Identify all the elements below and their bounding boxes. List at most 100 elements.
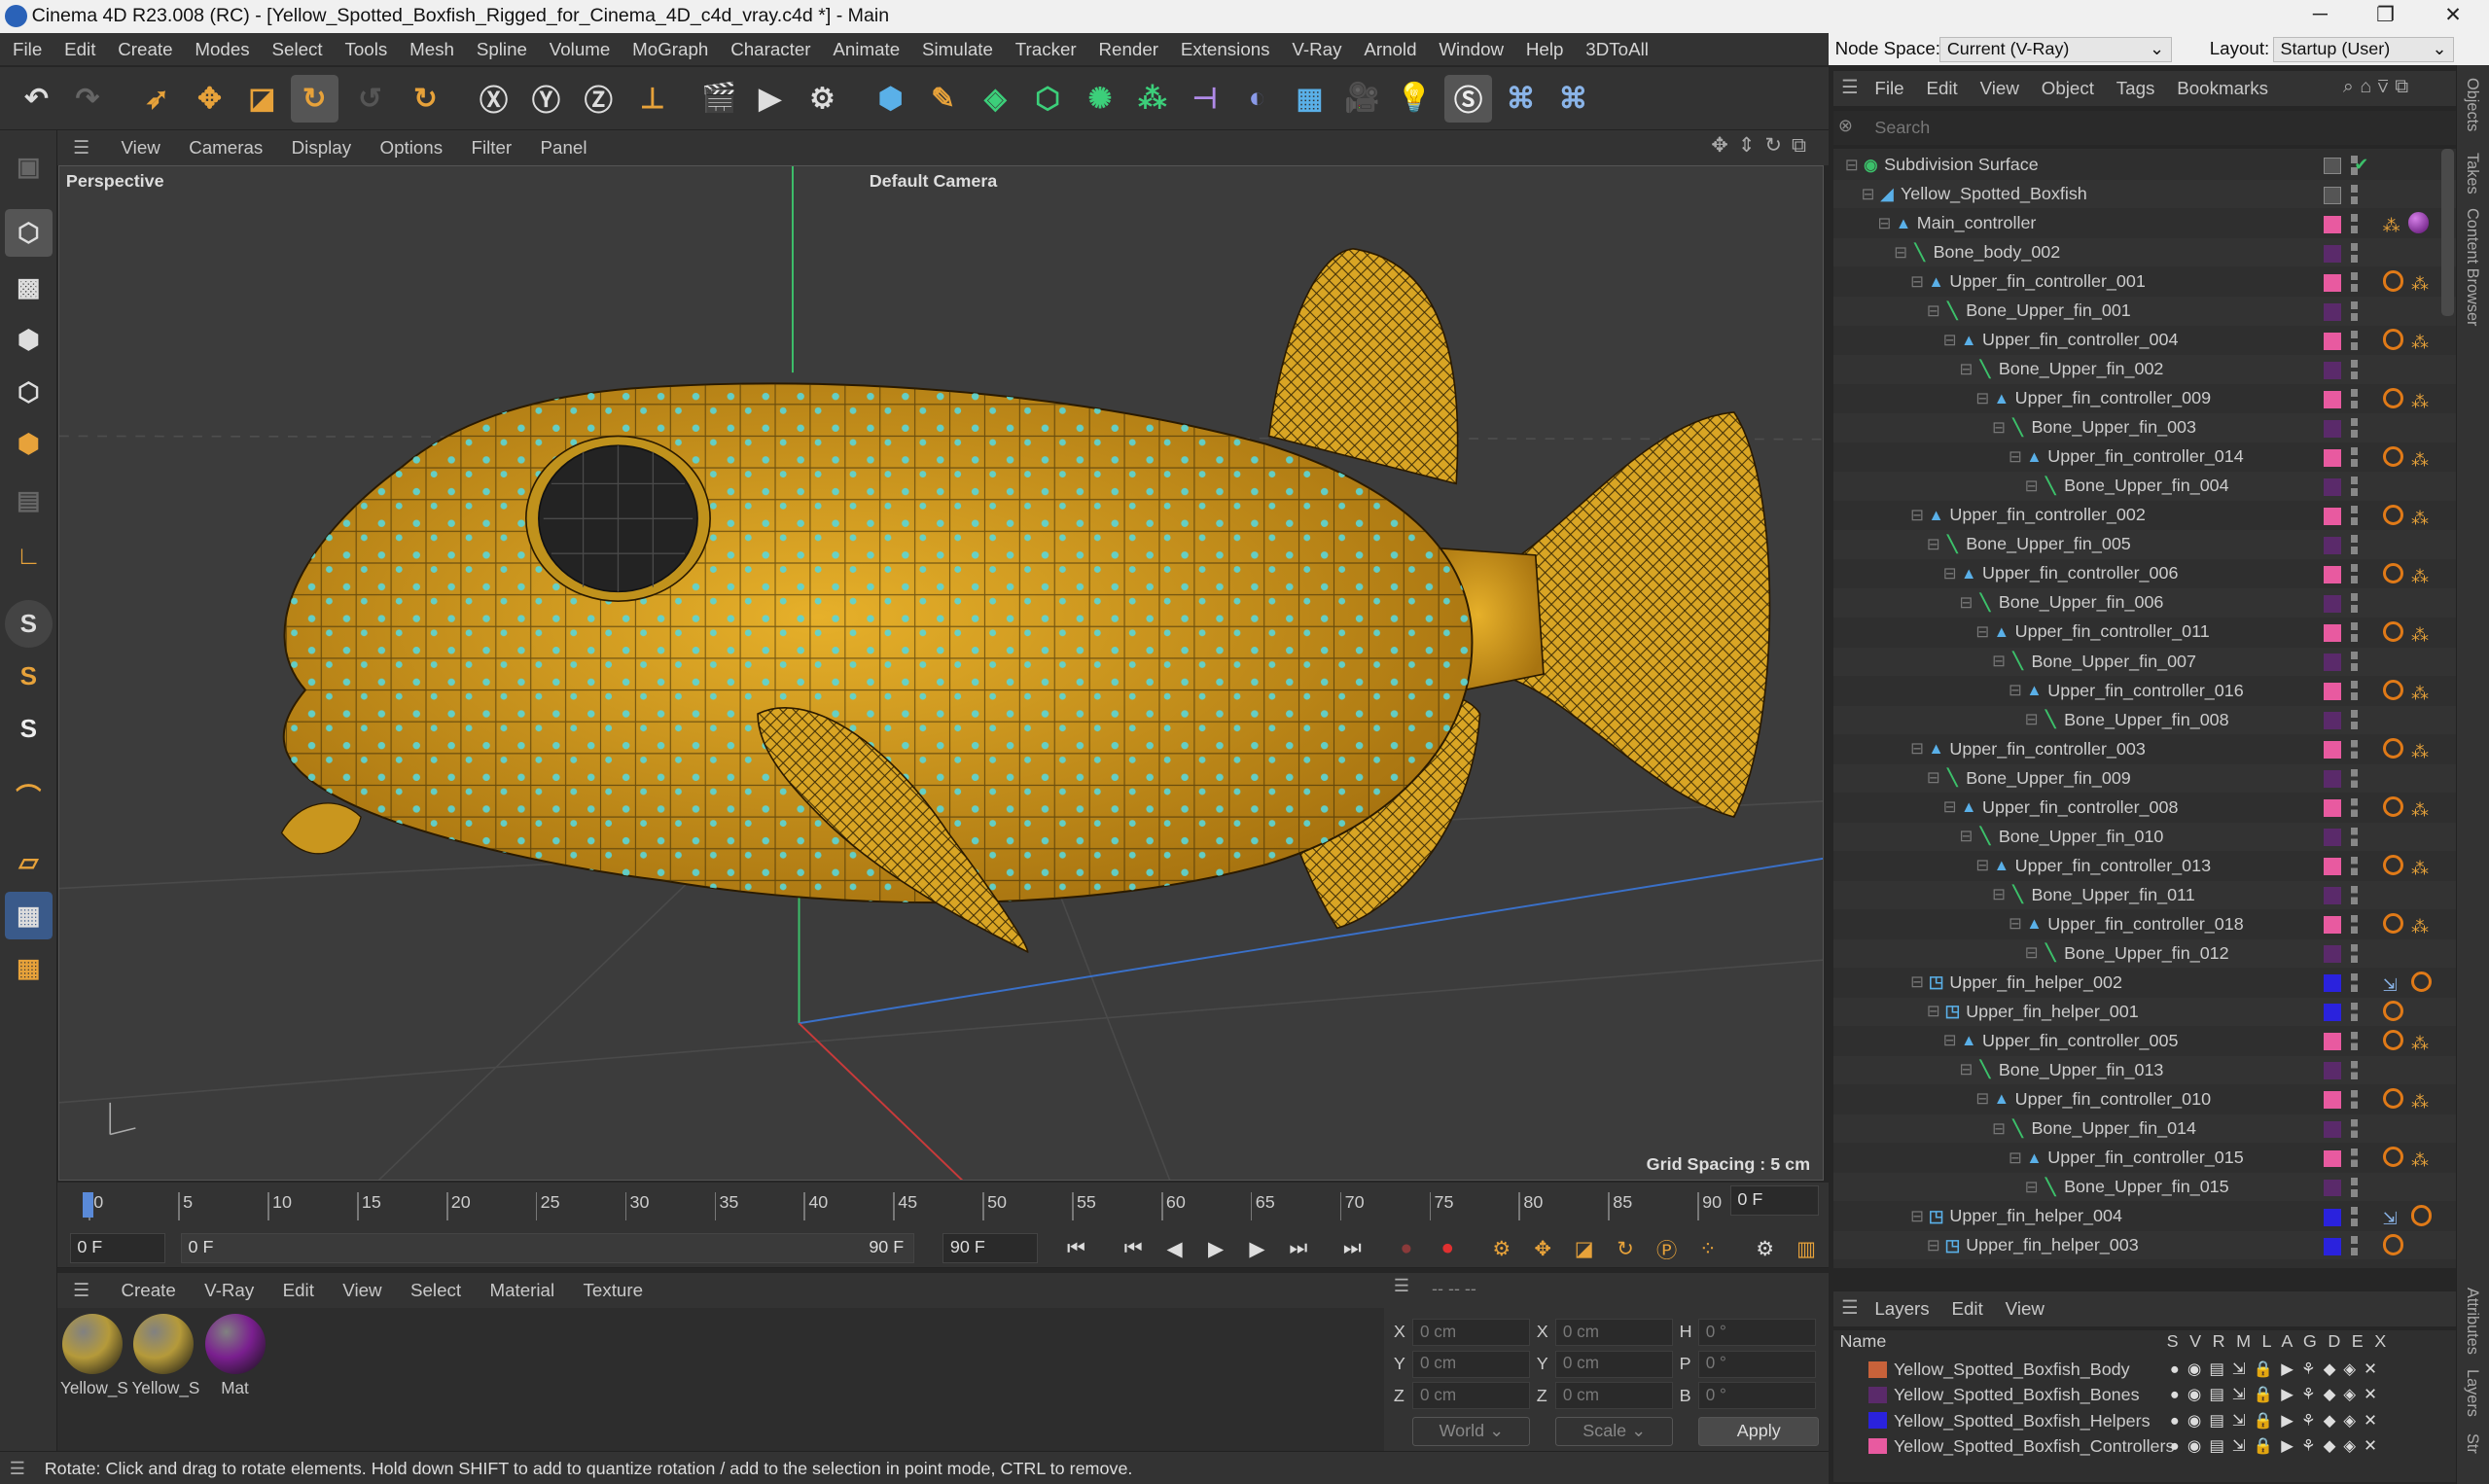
enabled-check-icon[interactable]: ✔ [2354, 151, 2368, 179]
object-tree-row[interactable]: ⊟ ▲ Upper_fin_controller_015 ⁂ [1833, 1144, 2456, 1172]
maximize-button[interactable]: ❐ [2376, 3, 2395, 27]
layer-color-swatch[interactable] [2324, 624, 2342, 642]
visibility-dots-icon[interactable] [2350, 914, 2358, 935]
object-menu-tags[interactable]: Tags [2116, 78, 2155, 99]
layer-name[interactable]: Yellow_Spotted_Boxfish_Body [1894, 1357, 2130, 1382]
ik-tag-icon[interactable]: ⁂ [2411, 621, 2429, 650]
viewport[interactable]: Perspective Default Camera Grid Spacing … [58, 164, 1825, 1182]
magnet-icon[interactable]: ⌒ [5, 771, 53, 819]
deformer-icon[interactable]: ⊣ [1181, 75, 1228, 123]
coord-value-field[interactable]: 0 cm [1412, 1350, 1531, 1378]
object-name[interactable]: Yellow_Spotted_Boxfish [1901, 180, 2087, 208]
visibility-dots-icon[interactable] [2350, 272, 2358, 292]
axis-mode-icon[interactable]: ∟ [5, 532, 53, 580]
mograph-icon[interactable]: ⁂ [1128, 75, 1176, 123]
layer-color-swatch[interactable] [2324, 712, 2342, 730]
viewport-menu-view[interactable]: View [122, 137, 160, 159]
ik-tag-icon[interactable]: ⁂ [2411, 505, 2429, 533]
close-button[interactable]: ✕ [2444, 3, 2462, 27]
protection-tag-icon[interactable] [2382, 679, 2403, 700]
menu-mograph[interactable]: MoGraph [632, 39, 708, 60]
tree-expand-icon[interactable]: ⊟ [2023, 1179, 2041, 1197]
rotate-icon[interactable]: ↻ [290, 74, 338, 123]
viewport-menu-icon[interactable]: ☰ [73, 137, 89, 159]
protection-tag-icon[interactable] [2382, 795, 2403, 818]
object-name[interactable]: Upper_fin_controller_002 [1949, 501, 2145, 529]
coordinates-menu-icon[interactable]: ☰ [1394, 1276, 1409, 1296]
object-name[interactable]: Bone_Upper_fin_012 [2064, 939, 2229, 968]
tree-expand-icon[interactable]: ⊟ [1908, 273, 1926, 292]
tree-expand-icon[interactable]: ⊟ [2007, 448, 2024, 467]
object-menu-view[interactable]: View [1980, 78, 2019, 99]
status-menu-icon[interactable]: ☰ [10, 1452, 25, 1484]
layer-flag-icons[interactable]: ●◉▤⇲🔒▶⚘◆◈✕ [2170, 1408, 2385, 1433]
object-name[interactable]: Upper_fin_controller_009 [2015, 384, 2211, 412]
visibility-dots-icon[interactable] [2350, 213, 2358, 233]
tree-expand-icon[interactable]: ⊟ [1908, 507, 1926, 525]
side-tab-layers[interactable]: Layers [2463, 1369, 2481, 1417]
object-name[interactable]: Upper_fin_helper_004 [1949, 1202, 2122, 1230]
object-name[interactable]: Upper_fin_controller_015 [2047, 1144, 2243, 1172]
visibility-dots-icon[interactable] [2350, 1235, 2358, 1255]
visibility-dots-icon[interactable] [2350, 1060, 2358, 1080]
menu-modes[interactable]: Modes [195, 39, 249, 60]
menu-window[interactable]: Window [1439, 39, 1504, 60]
vray-icon[interactable]: Ⓢ [1444, 74, 1493, 123]
side-tab-objects[interactable]: Objects [2463, 78, 2481, 131]
cloner-icon[interactable]: ✺ [1076, 75, 1123, 123]
layer-color-swatch[interactable] [2324, 477, 2342, 496]
layer-color-swatch[interactable] [1867, 1387, 1888, 1403]
object-tree-row[interactable]: ⊟ ╲ Bone_Upper_fin_009 [1832, 763, 2456, 794]
object-name[interactable]: Upper_fin_controller_005 [1982, 1027, 2178, 1055]
protection-tag-icon[interactable] [2382, 620, 2403, 642]
layer-menu-view[interactable]: View [2006, 1298, 2045, 1320]
layer-color-swatch[interactable] [2324, 770, 2342, 789]
select-arrow-icon[interactable]: ➶ [133, 75, 181, 123]
ik-tag-icon[interactable]: ⁂ [2411, 855, 2429, 883]
object-tree-row[interactable]: ⊟ ╲ Bone_body_002 [1832, 238, 2456, 267]
loop-icon[interactable]: ↻ [402, 75, 449, 123]
prev-frame-icon[interactable]: ◀ [1158, 1233, 1191, 1265]
key-pla-icon[interactable]: ⁘ [1692, 1233, 1725, 1265]
key-param-icon[interactable]: Ⓟ [1651, 1233, 1683, 1265]
layout-dropdown[interactable]: Startup (User) ⌄ [2273, 36, 2455, 62]
key-position-icon[interactable]: ✥ [1527, 1233, 1559, 1265]
layer-color-swatch[interactable] [1867, 1437, 1888, 1454]
object-tree-row[interactable]: ⊟ ╲ Bone_Upper_fin_005 [1832, 530, 2456, 559]
timeline-playhead[interactable] [82, 1191, 94, 1218]
tree-expand-icon[interactable]: ⊟ [1925, 536, 1942, 554]
visibility-dots-icon[interactable] [2350, 972, 2358, 993]
object-tree-row[interactable]: ⊟ ▲ Upper_fin_controller_014 ⁂ [1833, 442, 2456, 471]
object-name[interactable]: Bone_Upper_fin_003 [2031, 413, 2196, 442]
object-name[interactable]: Bone_Upper_fin_002 [1999, 355, 2164, 383]
visibility-dots-icon[interactable] [2350, 331, 2358, 350]
material-swatch[interactable]: Yellow_S [60, 1313, 128, 1401]
menu-tools[interactable]: Tools [344, 39, 387, 60]
scale-icon[interactable]: ◪ [238, 75, 286, 123]
layer-color-swatch[interactable] [2324, 507, 2342, 525]
viewport-menu-display[interactable]: Display [292, 137, 351, 159]
object-tree-row[interactable]: ⊟ ╲ Bone_Upper_fin_012 [1832, 938, 2456, 969]
visibility-dots-icon[interactable] [2350, 797, 2358, 818]
tree-expand-icon[interactable]: ⊟ [1843, 157, 1861, 175]
object-name[interactable]: Upper_fin_controller_003 [1949, 735, 2145, 763]
layer-name[interactable]: Yellow_Spotted_Boxfish_Controllers [1894, 1433, 2175, 1459]
play-icon[interactable]: ▶ [1200, 1233, 1232, 1265]
protection-tag-icon[interactable] [2382, 1147, 2403, 1168]
viewport-nav-icons[interactable]: ✥⇕↻⧉ [1711, 133, 1816, 158]
texture-mode-icon[interactable]: ▩ [5, 264, 53, 311]
edges-mode-icon[interactable]: ⬡ [5, 369, 53, 416]
material-menu-select[interactable]: Select [410, 1280, 461, 1301]
cube-icon[interactable]: ⬢ [867, 75, 914, 123]
layer-name[interactable]: Yellow_Spotted_Boxfish_Bones [1894, 1382, 2140, 1407]
object-tree-row[interactable]: ⊟ ╲ Bone_Upper_fin_014 [1832, 1113, 2456, 1144]
key-scale-icon[interactable]: ◪ [1568, 1233, 1600, 1265]
layer-menu-layers[interactable]: Layers [1874, 1298, 1929, 1320]
object-tree-row[interactable]: ⊟ ◳ Upper_fin_helper_001 [1832, 997, 2456, 1027]
layer-color-swatch[interactable] [2324, 594, 2342, 613]
visibility-dots-icon[interactable] [2350, 477, 2358, 496]
tree-expand-icon[interactable]: ⊟ [1990, 1120, 2008, 1139]
visibility-dots-icon[interactable] [2350, 418, 2358, 438]
tree-expand-icon[interactable]: ⊟ [2007, 915, 2024, 934]
layer-none-icon[interactable] [2324, 186, 2342, 204]
